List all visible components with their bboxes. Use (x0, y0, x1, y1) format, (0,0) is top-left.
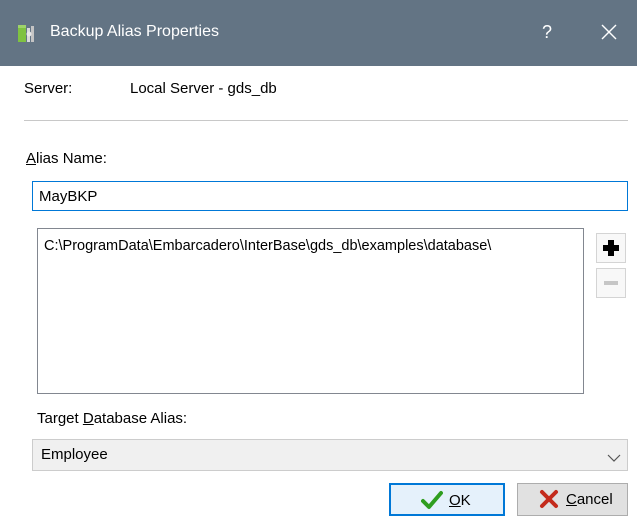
ok-label: OK (449, 492, 471, 509)
cancel-mnemonic: C (566, 491, 577, 508)
alias-name-label: Alias Name: (26, 150, 107, 167)
cancel-label: Cancel (566, 491, 613, 508)
x-icon (538, 489, 560, 509)
window-title: Backup Alias Properties (50, 23, 219, 40)
target-label-rest: atabase Alias: (93, 410, 188, 427)
add-file-button[interactable] (596, 233, 626, 263)
backup-files-list[interactable]: C:\ProgramData\Embarcadero\InterBase\gds… (37, 228, 584, 394)
chevron-down-icon (607, 450, 621, 462)
checkmark-icon (421, 490, 443, 510)
alias-name-label-text: lias Name: (36, 150, 107, 167)
target-select-value: Employee (41, 446, 108, 463)
database-gear-icon (16, 22, 38, 44)
target-database-alias-label: Target Database Alias: (37, 410, 187, 427)
cancel-label-rest: ancel (576, 491, 613, 508)
ok-button[interactable]: OK (389, 483, 505, 516)
alias-name-input[interactable] (32, 181, 628, 211)
list-item[interactable]: C:\ProgramData\Embarcadero\InterBase\gds… (44, 238, 491, 254)
target-database-alias-select[interactable]: Employee (32, 439, 628, 471)
cancel-button[interactable]: Cancel (517, 483, 628, 516)
target-label-mnemonic: D (82, 410, 94, 427)
title-bar: Backup Alias Properties ? (0, 0, 637, 66)
minus-icon (604, 281, 618, 285)
server-label: Server: (24, 80, 73, 97)
remove-file-button[interactable] (596, 268, 626, 298)
ok-label-rest: K (460, 492, 471, 509)
target-label-prefix: Target (37, 410, 83, 427)
divider (24, 120, 628, 121)
help-button[interactable]: ? (532, 17, 562, 47)
close-button[interactable] (591, 17, 627, 47)
ok-mnemonic: O (449, 492, 461, 509)
plus-icon (603, 240, 619, 256)
close-icon (601, 24, 617, 40)
server-value: Local Server - gds_db (130, 80, 277, 97)
alias-name-mnemonic: A (26, 150, 37, 167)
